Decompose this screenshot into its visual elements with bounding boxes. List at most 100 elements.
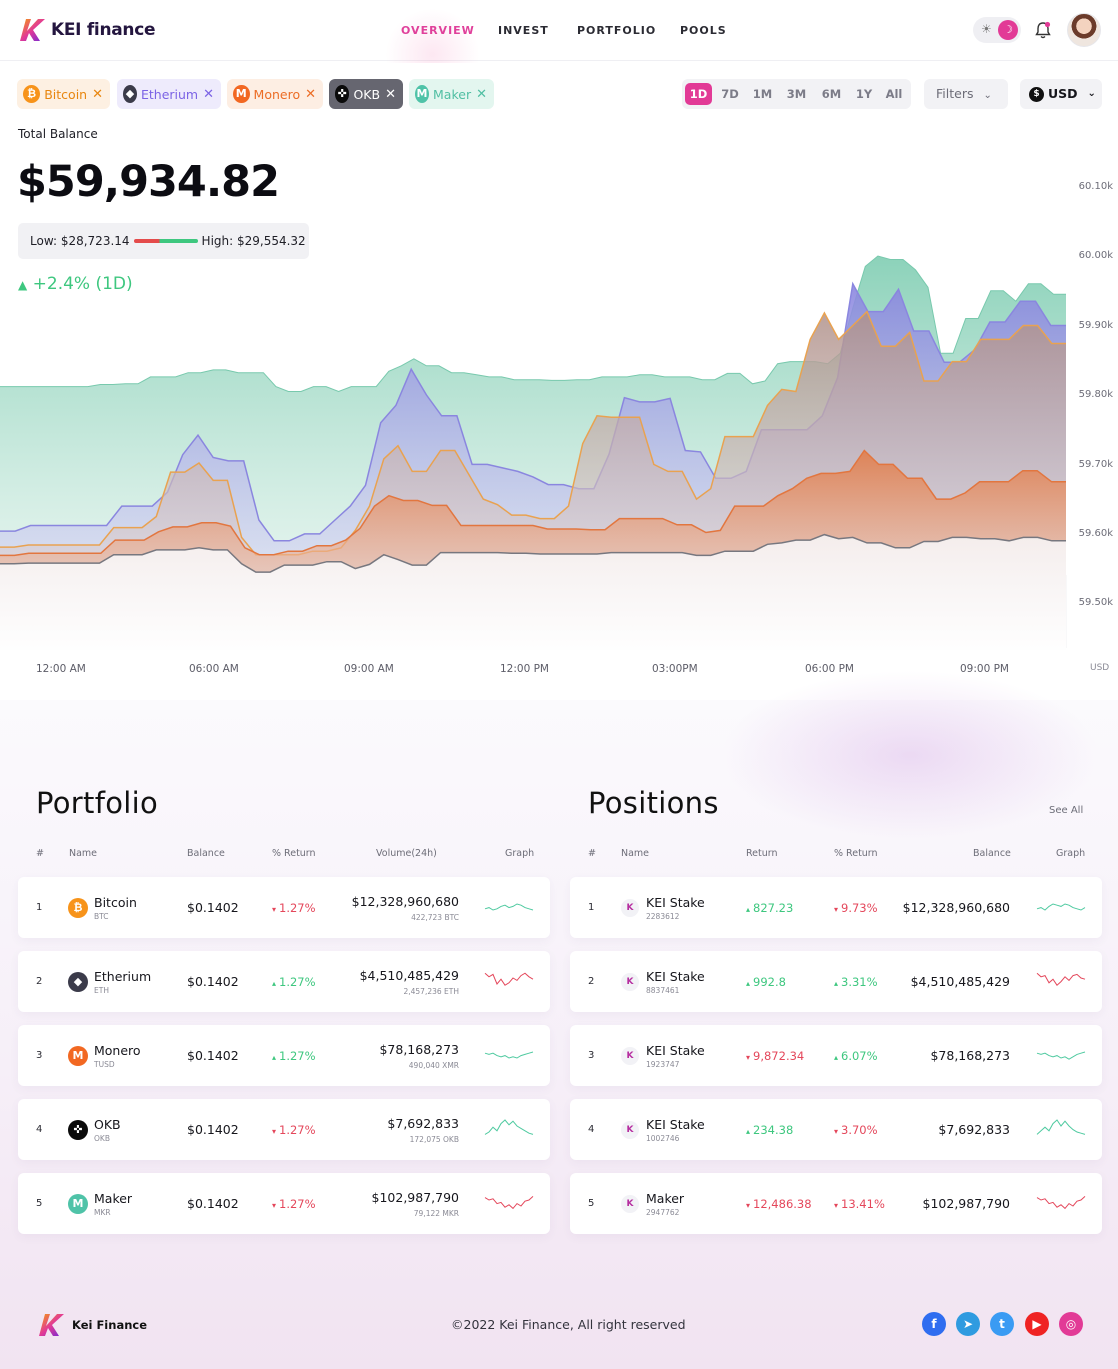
timeframe-1d[interactable]: 1D [685,83,712,105]
return-arrow-icon: ▴ [272,979,277,988]
currency-label: USD [1048,86,1078,101]
percent-return-value: 6.07% [841,1049,878,1063]
close-icon[interactable]: ✕ [305,87,316,102]
position-row[interactable]: 3 K KEI Stake 1923747 ▾ 9,872.34 ▴ 6.07% $78,168… [570,1025,1102,1086]
asset-chip-maker[interactable]: M Maker ✕ [409,79,494,109]
asset-balance: $0.1402 [187,1196,239,1211]
portfolio-header-3: % Return [272,848,316,859]
asset-name: Bitcoin [94,895,137,910]
position-percent-return: ▾ 13.41% [834,1197,885,1211]
position-name: Maker [646,1191,685,1206]
position-percent-return: ▴ 6.07% [834,1049,878,1063]
row-index: 2 [36,976,43,987]
nav-invest[interactable]: INVEST [498,24,549,37]
position-return: ▾ 9,872.34 [746,1049,804,1063]
return-value: 827.23 [753,901,794,915]
youtube-icon[interactable]: ▶ [1025,1312,1049,1336]
portfolio-row[interactable]: 1 ₿ Bitcoin BTC $0.1402 ▾ 1.27% $12,328,960,680… [18,877,550,938]
position-id: 8837461 [646,986,680,995]
asset-chip-etherium[interactable]: ◆ Etherium ✕ [117,79,221,109]
position-name: KEI Stake [646,895,705,910]
position-return: ▴ 827.23 [746,901,793,915]
return-arrow-icon: ▾ [834,1201,839,1210]
x-axis-tick: 12:00 PM [500,663,549,675]
okb-icon: ✜ [335,85,350,103]
positions-header-0: # [588,848,596,859]
close-icon[interactable]: ✕ [385,87,396,102]
top-header: KEI finance OVERVIEW INVEST PORTFOLIO PO… [0,0,1118,63]
portfolio-row[interactable]: 2 ◆ Etherium ETH $0.1402 ▴ 1.27% $4,510,485,429… [18,951,550,1012]
user-avatar[interactable] [1067,13,1101,47]
ethereum-icon: ◆ [123,85,137,103]
y-axis-tick: 59.50k [1078,597,1113,608]
telegram-icon[interactable]: ➤ [956,1312,980,1336]
filters-dropdown[interactable]: Filters ⌄ [924,79,1008,109]
timeframe-3m[interactable]: 3M [784,83,809,105]
nav-portfolio[interactable]: PORTFOLIO [577,24,656,37]
return-value: 1.27% [279,901,316,915]
asset-chip-monero[interactable]: M Monero ✕ [227,79,323,109]
return-value: 1.27% [279,1197,316,1211]
asset-balance: $0.1402 [187,1048,239,1063]
timeframe-6m[interactable]: 6M [818,83,845,105]
asset-name: Etherium [94,969,152,984]
ethereum-icon: ◆ [68,972,88,992]
kei-logo-icon [20,19,45,41]
sparkline-graph [1036,1119,1086,1135]
position-row[interactable]: 4 K KEI Stake 1002746 ▴ 234.38 ▾ 3.70% $7,692,83… [570,1099,1102,1160]
positions-header-3: % Return [834,848,878,859]
position-balance: $12,328,960,680 [902,900,1010,915]
position-row[interactable]: 2 K KEI Stake 8837461 ▴ 992.8 ▴ 3.31% $4,510,485… [570,951,1102,1012]
twitter-icon[interactable]: t [990,1312,1014,1336]
sparkline-graph [484,1119,534,1135]
position-id: 1002746 [646,1134,680,1143]
dollar-icon: $ [1029,86,1044,102]
return-arrow-icon: ▾ [272,905,277,914]
return-value: 12,486.38 [753,1197,812,1211]
kei-token-icon: K [621,1047,639,1065]
nav-pools[interactable]: POOLS [680,24,727,37]
facebook-icon[interactable]: f [922,1312,946,1336]
portfolio-row[interactable]: 5 M Maker MKR $0.1402 ▾ 1.27% $102,987,790 79,12… [18,1173,550,1234]
close-icon[interactable]: ✕ [92,87,103,102]
asset-chip-label: Maker [433,86,472,102]
asset-symbol: TUSD [94,1060,115,1069]
position-return: ▴ 234.38 [746,1123,793,1137]
portfolio-header-1: Name [69,848,98,859]
asset-chip-bitcoin[interactable]: ₿ Bitcoin ✕ [17,79,110,109]
sparkline-graph [484,903,534,911]
position-percent-return: ▾ 3.70% [834,1123,878,1137]
brand-logo[interactable]: KEI finance [18,17,156,43]
theme-toggle[interactable]: ☀ ☽ [973,17,1021,43]
timeframe-1m[interactable]: 1M [750,83,775,105]
timeframe-1y[interactable]: 1Y [852,83,876,105]
nav-overview[interactable]: OVERVIEW [401,24,475,37]
position-percent-return: ▾ 9.73% [834,901,878,915]
x-axis-tick: 03:00PM [652,663,698,675]
portfolio-row[interactable]: 3 M Monero TUSD $0.1402 ▴ 1.27% $78,168,273 490,… [18,1025,550,1086]
position-row[interactable]: 1 K KEI Stake 2283612 ▴ 827.23 ▾ 9.73% $12,328,9… [570,877,1102,938]
instagram-icon[interactable]: ◎ [1059,1312,1083,1336]
position-name: KEI Stake [646,1043,705,1058]
footer-logo[interactable]: Kei Finance [36,1312,147,1338]
timeframe-7d[interactable]: 7D [716,83,744,105]
return-arrow-icon: ▴ [746,979,751,988]
position-row[interactable]: 5 K Maker 2947762 ▾ 12,486.38 ▾ 13.41% $102,987,… [570,1173,1102,1234]
kei-token-icon: K [621,899,639,917]
close-icon[interactable]: ✕ [203,87,214,102]
see-all-link[interactable]: See All [1049,805,1083,816]
asset-balance: $0.1402 [187,900,239,915]
sparkline-graph [1036,903,1086,911]
y-axis-tick: 59.90k [1078,320,1113,331]
currency-dropdown[interactable]: $ USD ⌄ [1020,79,1102,109]
close-icon[interactable]: ✕ [476,87,487,102]
timeframe-all[interactable]: All [881,83,907,105]
asset-return: ▴ 1.27% [272,975,316,989]
moon-icon: ☽ [998,20,1018,40]
portfolio-row[interactable]: 4 ✜ OKB OKB $0.1402 ▾ 1.27% $7,692,833 172,075 O… [18,1099,550,1160]
position-id: 2947762 [646,1208,680,1217]
asset-chip-okb[interactable]: ✜ OKB ✕ [329,79,403,109]
chevron-down-icon: ⌄ [983,90,992,101]
x-axis-tick: 06:00 AM [189,663,239,675]
bell-icon[interactable] [1035,21,1051,39]
